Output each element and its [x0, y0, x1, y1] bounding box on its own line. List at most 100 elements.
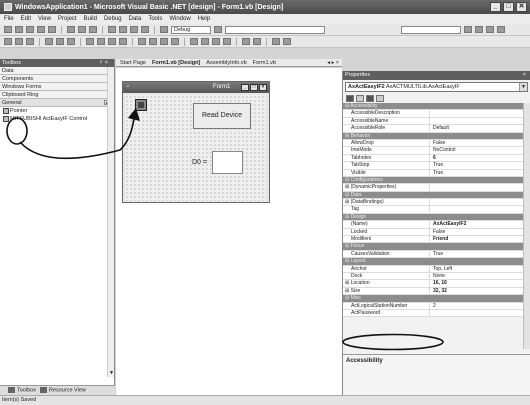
- property-value[interactable]: 32, 32: [430, 287, 524, 295]
- object-selector[interactable]: AxActEasyIF2 AxACTMULTILib.AxActEasyIF ▼: [345, 82, 528, 92]
- form-maximize-button[interactable]: □: [250, 84, 258, 91]
- property-row[interactable]: ActLogicalStationNumber 2: [343, 302, 524, 310]
- navigate-back-icon[interactable]: [130, 26, 138, 33]
- actEasyIF-control[interactable]: [135, 99, 147, 111]
- align-to-grid-icon[interactable]: [86, 38, 94, 45]
- open-icon[interactable]: [26, 26, 34, 33]
- property-value[interactable]: [430, 258, 524, 265]
- property-row[interactable]: TabStop True: [343, 162, 524, 170]
- tab-resource-view[interactable]: Resource View: [39, 387, 86, 394]
- property-row[interactable]: ⊞ Location 16, 16: [343, 280, 524, 288]
- property-value[interactable]: 6: [430, 154, 524, 162]
- property-value[interactable]: [430, 103, 524, 110]
- property-value[interactable]: [430, 184, 524, 191]
- tab-start-page[interactable]: Start Page: [120, 59, 146, 66]
- property-category[interactable]: ⊟ Configurations: [343, 176, 524, 185]
- property-value[interactable]: [430, 132, 524, 139]
- make-same-size-icon[interactable]: [119, 38, 127, 45]
- property-value[interactable]: Default: [430, 125, 524, 132]
- property-value[interactable]: [430, 295, 524, 302]
- property-pages-icon[interactable]: [376, 95, 384, 102]
- property-value[interactable]: [430, 110, 524, 117]
- horizontal-spacing-icon[interactable]: [138, 38, 146, 45]
- property-value[interactable]: True: [430, 169, 524, 176]
- property-grid-scrollbar[interactable]: [523, 103, 530, 349]
- toolbox-category-components[interactable]: Components: [0, 75, 114, 83]
- property-value[interactable]: NoControl: [430, 147, 524, 154]
- property-row[interactable]: Locked False: [343, 228, 524, 237]
- solution-config-combo[interactable]: Debug: [171, 25, 211, 34]
- property-row[interactable]: AccessibleRole Default: [343, 125, 524, 133]
- properties-icon[interactable]: [366, 95, 374, 102]
- toolbox-category-general[interactable]: General ▲: [0, 99, 114, 107]
- tab-form1-code[interactable]: Form1.vb: [253, 59, 276, 66]
- property-value[interactable]: None: [430, 272, 524, 280]
- scroll-down-icon[interactable]: ▼: [108, 370, 115, 377]
- menu-tools[interactable]: Tools: [148, 16, 162, 22]
- property-value[interactable]: [430, 243, 524, 250]
- remove-v-spacing-icon[interactable]: [223, 38, 231, 45]
- menu-project[interactable]: Project: [58, 16, 77, 22]
- solution-explorer-icon[interactable]: [464, 26, 472, 33]
- increase-v-spacing-icon[interactable]: [201, 38, 209, 45]
- menu-window[interactable]: Window: [169, 16, 190, 22]
- bring-to-front-icon[interactable]: [272, 38, 280, 45]
- toolbox-scrollbar[interactable]: ▼: [107, 67, 114, 377]
- property-value[interactable]: False: [430, 139, 524, 147]
- property-value[interactable]: True: [430, 162, 524, 169]
- property-row[interactable]: Anchor Top, Left: [343, 265, 524, 273]
- property-row[interactable]: AccessibleName: [343, 117, 524, 126]
- increase-h-spacing-icon[interactable]: [149, 38, 157, 45]
- property-value[interactable]: [430, 213, 524, 221]
- close-icon[interactable]: ×: [105, 60, 111, 66]
- toolbox-category-windows-forms[interactable]: Windows Forms: [0, 83, 114, 91]
- paste-icon[interactable]: [89, 26, 97, 33]
- navigate-forward-icon[interactable]: [141, 26, 149, 33]
- property-value[interactable]: 16, 16: [430, 280, 524, 287]
- property-category[interactable]: ⊟ Accessibility: [343, 103, 524, 111]
- property-row[interactable]: Dock None: [343, 272, 524, 281]
- property-category[interactable]: ⊟ Layout: [343, 258, 524, 266]
- copy-icon[interactable]: [78, 26, 86, 33]
- center-horizontally-icon[interactable]: [242, 38, 250, 45]
- center-vertically-icon[interactable]: [253, 38, 261, 45]
- toolbox-category-data[interactable]: Data: [0, 67, 114, 75]
- menu-build[interactable]: Build: [84, 16, 97, 22]
- property-value[interactable]: [430, 309, 524, 317]
- property-value[interactable]: [430, 206, 524, 213]
- property-value[interactable]: Friend: [430, 236, 524, 243]
- property-row[interactable]: ⊞ Size 32, 32: [343, 287, 524, 296]
- property-category[interactable]: ⊟ Design: [343, 213, 524, 222]
- form-minimize-button[interactable]: _: [241, 84, 249, 91]
- property-value[interactable]: [430, 117, 524, 125]
- save-all-icon[interactable]: [48, 26, 56, 33]
- property-value[interactable]: False: [430, 228, 524, 236]
- menu-data[interactable]: Data: [129, 16, 142, 22]
- align-tops-icon[interactable]: [45, 38, 53, 45]
- find-icon[interactable]: [214, 26, 222, 33]
- align-rights-icon[interactable]: [26, 38, 34, 45]
- send-to-back-icon[interactable]: [283, 38, 291, 45]
- property-row[interactable]: ⊞ (DynamicProperties): [343, 184, 524, 192]
- property-value[interactable]: Top, Left: [430, 265, 524, 272]
- tab-toolbox[interactable]: Toolbox: [8, 387, 36, 394]
- property-value[interactable]: 2: [430, 302, 524, 309]
- property-row[interactable]: (Name) AxActEasyIF2: [343, 221, 524, 229]
- menu-help[interactable]: Help: [198, 16, 210, 22]
- search-combo[interactable]: [401, 25, 461, 34]
- add-item-icon[interactable]: [15, 26, 23, 33]
- property-row[interactable]: Tag: [343, 206, 524, 214]
- chevron-down-icon[interactable]: ▼: [519, 83, 527, 91]
- make-same-width-icon[interactable]: [97, 38, 105, 45]
- decrease-v-spacing-icon[interactable]: [212, 38, 220, 45]
- save-icon[interactable]: [37, 26, 45, 33]
- toolbox-item-actEasyIF[interactable]: MITSUBISHI ActEasyIF Control: [0, 115, 114, 123]
- menu-file[interactable]: File: [4, 16, 14, 22]
- property-category[interactable]: ⊟ Misc: [343, 295, 524, 303]
- cut-icon[interactable]: [67, 26, 75, 33]
- align-middles-icon[interactable]: [56, 38, 64, 45]
- property-row[interactable]: CausesValidation True: [343, 250, 524, 259]
- close-button[interactable]: ✕: [516, 2, 527, 12]
- tab-form1-design[interactable]: Form1.vb [Design]: [152, 59, 200, 66]
- align-centers-icon[interactable]: [15, 38, 23, 45]
